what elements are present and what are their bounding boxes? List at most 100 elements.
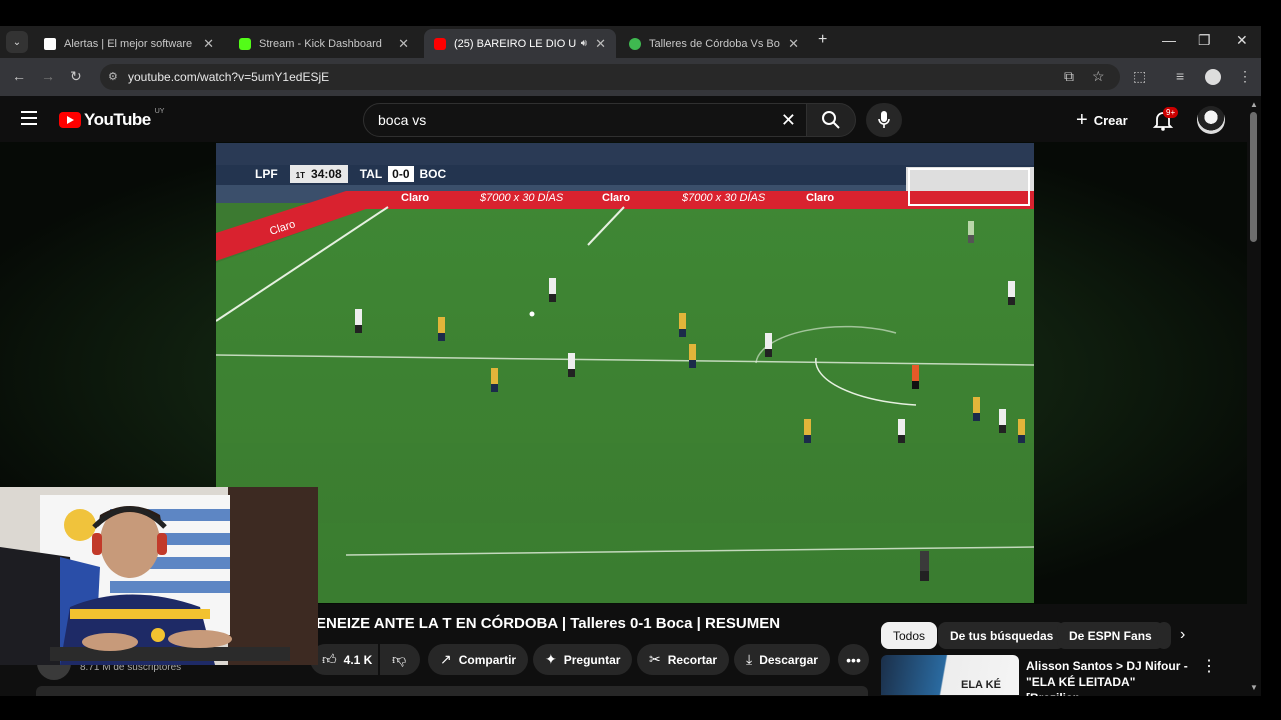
bottom-black-bar bbox=[0, 696, 1281, 720]
scroll-up-icon[interactable]: ▲ bbox=[1250, 100, 1258, 109]
like-button[interactable]: 👍︎ 4.1 K bbox=[310, 644, 378, 675]
plus-icon: + bbox=[1076, 108, 1088, 131]
chip-from-searches[interactable]: De tus búsquedas bbox=[938, 622, 1066, 649]
browser-tab-youtube[interactable]: (25) BAREIRO LE DIO UN TRIUNFO 🔊︎ ✕ bbox=[424, 29, 616, 58]
minimize-icon[interactable]: — bbox=[1162, 32, 1176, 48]
match-clock: 1T 34:08 bbox=[289, 165, 348, 183]
video-player[interactable]: Claro Claro $7000 x 30 DÍAS Claro $7000 … bbox=[216, 143, 1034, 603]
reload-icon[interactable]: ↻ bbox=[70, 68, 82, 85]
close-tab-icon[interactable]: ✕ bbox=[203, 36, 214, 52]
youtube-play-icon bbox=[59, 112, 81, 128]
notification-count-badge: 9+ bbox=[1163, 107, 1179, 118]
close-window-icon[interactable]: ✕ bbox=[1236, 32, 1248, 49]
new-tab-button[interactable]: + bbox=[818, 31, 827, 49]
ad-board-offer: $7000 x 30 DÍAS bbox=[681, 191, 766, 204]
download-icon: ⤓ bbox=[746, 651, 753, 667]
chevron-right-icon[interactable]: › bbox=[1180, 626, 1185, 644]
more-horizontal-icon: ••• bbox=[846, 651, 861, 668]
dislike-button[interactable]: 👎︎ bbox=[380, 644, 420, 675]
ad-board-offer: $7000 x 30 DÍAS bbox=[479, 191, 564, 204]
sparkle-icon: ✦ bbox=[545, 651, 557, 667]
half-label: 1T bbox=[295, 171, 306, 180]
account-avatar[interactable] bbox=[1197, 106, 1225, 134]
youtube-logo[interactable]: YouTube UY bbox=[59, 107, 165, 130]
tab-search-button[interactable]: ⌄ bbox=[6, 31, 28, 53]
tab-title: Alertas | El mejor software para bbox=[64, 37, 195, 50]
menu-kebab-icon[interactable]: ⋮ bbox=[1238, 68, 1252, 85]
close-tab-icon[interactable]: ✕ bbox=[788, 36, 799, 52]
ad-board-claro: Claro bbox=[602, 192, 630, 204]
install-app-icon[interactable]: ⧉ bbox=[1064, 68, 1074, 85]
clip-label: Recortar bbox=[667, 652, 718, 667]
download-button[interactable]: ⤓ Descargar bbox=[734, 644, 830, 675]
football-pitch-scene: Claro Claro $7000 x 30 DÍAS Claro $7000 … bbox=[216, 143, 1034, 603]
clock-time: 34:08 bbox=[311, 167, 342, 181]
away-team: BOC bbox=[419, 167, 447, 181]
scissors-icon: ✂ bbox=[649, 651, 661, 667]
recommended-video-thumbnail[interactable]: ELA KÉ bbox=[881, 655, 1019, 695]
browser-tab-talleres[interactable]: Talleres de Córdoba Vs Boca Juniors ✕ bbox=[619, 29, 809, 58]
league-label: LPF bbox=[255, 167, 278, 181]
home-team: TAL bbox=[359, 167, 383, 181]
thumbnail-text: ELA KÉ bbox=[961, 679, 1001, 691]
tab-title: Stream - Kick Dashboard bbox=[259, 37, 382, 50]
youtube-header: YouTube UY boca vs ✕ + Crear 9+ bbox=[0, 96, 1261, 142]
scoreboard: LPF 1T 34:08 TAL 0-0 BOC bbox=[255, 165, 452, 183]
close-tab-icon[interactable]: ✕ bbox=[398, 36, 409, 52]
clip-button[interactable]: ✂ Recortar bbox=[637, 644, 730, 675]
forward-icon[interactable]: → bbox=[41, 68, 55, 84]
url-text: youtube.com/watch?v=5umY1edESjE bbox=[128, 70, 330, 84]
browser-toolbar: ← → ↻ ⚙ youtube.com/watch?v=5umY1edESjE … bbox=[0, 58, 1261, 96]
chip-all[interactable]: Todos bbox=[881, 622, 938, 649]
voice-search-button[interactable] bbox=[866, 103, 902, 137]
youtube-icon bbox=[434, 37, 446, 50]
page-scrollbar[interactable]: ▲ ▼ bbox=[1247, 96, 1261, 720]
logo-text: YouTube bbox=[84, 110, 151, 129]
country-code: UY bbox=[154, 107, 165, 115]
create-button[interactable]: + Crear bbox=[1066, 105, 1138, 135]
hamburger-menu-icon[interactable] bbox=[21, 111, 37, 129]
browser-tab-strip: ⌄ Alertas | El mejor software para ✕ Str… bbox=[0, 26, 1261, 58]
browser-tab-kick[interactable]: Stream - Kick Dashboard ✕ bbox=[229, 29, 419, 58]
tab-title: Talleres de Córdoba Vs Boca Juniors bbox=[649, 37, 780, 50]
video-title: ENEIZE ANTE LA T EN CÓRDOBA | Talleres 0… bbox=[316, 615, 781, 632]
microphone-icon bbox=[878, 111, 890, 128]
bookmark-star-icon[interactable]: ☆ bbox=[1092, 68, 1105, 85]
streamer-webcam-image bbox=[0, 487, 318, 665]
shield-icon bbox=[44, 37, 56, 50]
thumbs-up-icon: 👍︎ bbox=[322, 651, 337, 667]
ad-board-claro: Claro bbox=[806, 192, 834, 204]
profile-icon[interactable] bbox=[1205, 69, 1221, 85]
more-vertical-icon[interactable]: ⋮ bbox=[1201, 656, 1217, 676]
ask-button[interactable]: ✦ Preguntar bbox=[533, 644, 633, 675]
search-input[interactable]: boca vs ✕ bbox=[363, 103, 807, 137]
chip-from-espn-fans[interactable]: De ESPN Fans bbox=[1057, 622, 1164, 649]
globe-icon bbox=[629, 37, 641, 50]
like-count: 4.1 K bbox=[343, 652, 373, 667]
browser-tab-alertas[interactable]: Alertas | El mejor software para ✕ bbox=[34, 29, 224, 58]
download-label: Descargar bbox=[759, 652, 818, 667]
webcam-overlay bbox=[0, 487, 318, 665]
site-info-icon[interactable]: ⚙ bbox=[108, 70, 118, 83]
back-icon[interactable]: ← bbox=[12, 68, 26, 84]
more-actions-button[interactable]: ••• bbox=[838, 644, 869, 675]
media-control-icon[interactable]: ≡ bbox=[1176, 68, 1184, 84]
address-bar[interactable]: ⚙ youtube.com/watch?v=5umY1edESjE bbox=[100, 64, 1120, 90]
extensions-icon[interactable]: ⬚ bbox=[1133, 68, 1146, 85]
search-query: boca vs bbox=[378, 112, 427, 128]
thumbs-down-icon: 👎︎ bbox=[392, 651, 407, 667]
score-result: 0-0 bbox=[388, 166, 414, 182]
search-icon bbox=[822, 111, 840, 129]
clear-search-icon[interactable]: ✕ bbox=[781, 110, 796, 131]
share-icon: ↗ bbox=[440, 651, 452, 667]
speaker-icon[interactable]: 🔊︎ bbox=[581, 38, 587, 49]
restore-icon[interactable]: ❐ bbox=[1198, 32, 1211, 49]
description-box[interactable] bbox=[36, 686, 868, 696]
scroll-down-icon[interactable]: ▼ bbox=[1250, 683, 1258, 692]
close-tab-icon[interactable]: ✕ bbox=[595, 36, 606, 52]
scrollbar-thumb[interactable] bbox=[1250, 112, 1257, 242]
chip-partial[interactable] bbox=[1157, 622, 1171, 649]
search-button[interactable] bbox=[806, 103, 856, 137]
share-button[interactable]: ↗ Compartir bbox=[428, 644, 529, 675]
screen: ⌄ Alertas | El mejor software para ✕ Str… bbox=[0, 0, 1281, 720]
